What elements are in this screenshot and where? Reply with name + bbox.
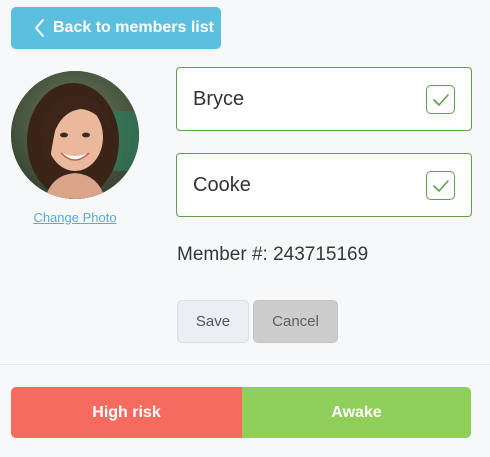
check-icon	[426, 85, 455, 114]
member-number-value: 243715169	[273, 244, 369, 265]
member-photo	[11, 71, 139, 199]
last-name-field[interactable]: Cooke	[176, 153, 472, 217]
back-to-members-button[interactable]: Back to members list	[11, 7, 221, 49]
back-button-label: Back to members list	[53, 19, 214, 36]
member-profile-page: Back to members list Change Photo Bryce	[0, 0, 490, 457]
first-name-value: Bryce	[193, 87, 245, 110]
divider	[0, 364, 490, 365]
check-icon	[426, 171, 455, 200]
save-button[interactable]: Save	[177, 300, 249, 343]
member-number-label: Member #:	[177, 244, 268, 265]
member-number: Member #: 243715169	[177, 244, 368, 266]
avatar	[11, 71, 139, 199]
chevron-left-icon	[33, 18, 47, 38]
last-name-value: Cooke	[193, 173, 251, 196]
high-risk-button[interactable]: High risk	[11, 387, 242, 438]
change-photo-link[interactable]: Change Photo	[11, 210, 139, 225]
awake-button[interactable]: Awake	[242, 387, 471, 438]
cancel-button[interactable]: Cancel	[253, 300, 338, 343]
first-name-field[interactable]: Bryce	[176, 67, 472, 131]
